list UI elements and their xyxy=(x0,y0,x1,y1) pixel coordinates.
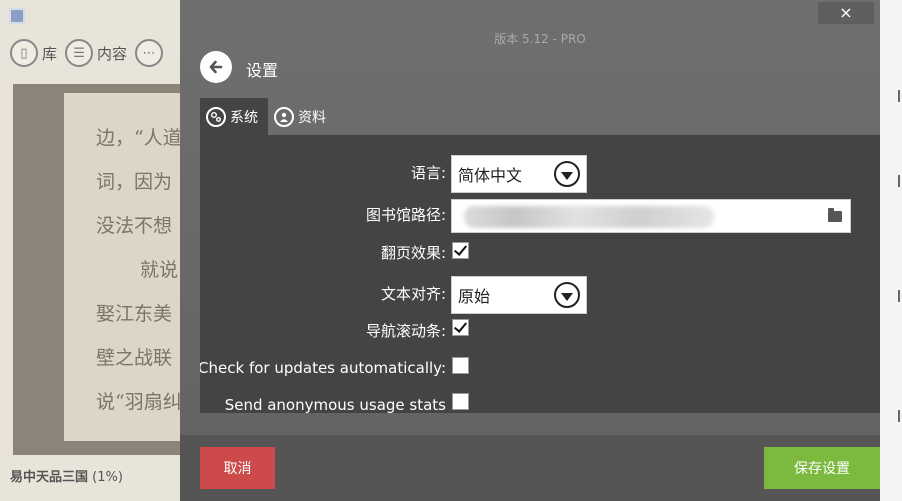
toolbar-library-label: 库 xyxy=(42,44,58,63)
cancel-button[interactable]: 取消 xyxy=(200,447,275,489)
close-icon: × xyxy=(839,3,853,22)
chevron-down-icon xyxy=(554,282,580,308)
back-arrow-icon xyxy=(209,60,223,74)
toolbar-library-button[interactable]: ▯ 库 xyxy=(10,39,57,67)
nav-scrollbar-checkbox[interactable] xyxy=(452,319,469,336)
toolbar-contents-button[interactable]: ☰ 内容 xyxy=(65,39,127,67)
language-label: 语言: xyxy=(410,164,446,182)
book-icon: ▯ xyxy=(10,39,38,67)
book-status: 易中天品三国 (1%) xyxy=(10,466,123,485)
tab-system[interactable]: 系统 xyxy=(200,98,268,135)
page-turn-label: 翻页效果: xyxy=(380,244,446,262)
save-settings-button[interactable]: 保存设置 xyxy=(764,447,880,489)
book-text-line: 壁之战联 xyxy=(96,347,173,369)
usage-stats-checkbox[interactable] xyxy=(452,393,469,410)
redacted-path xyxy=(464,206,714,228)
auto-update-checkbox[interactable] xyxy=(452,357,469,374)
app-icon xyxy=(9,8,25,24)
book-title: 易中天品三国 xyxy=(10,470,89,485)
book-progress: (1%) xyxy=(92,470,123,485)
text-align-value: 原始 xyxy=(458,287,491,306)
book-text-line: 边，“人道 xyxy=(96,127,182,149)
usage-stats-label: Send anonymous usage stats xyxy=(224,396,446,413)
dialog-button-bar: 取消 保存设置 xyxy=(180,435,880,501)
book-text-line: 说“羽扇纠 xyxy=(96,391,182,413)
settings-dialog: × 版本 5.12 - PRO 设置 系统 资料 语言: 简体中文 图书馆路径: xyxy=(180,0,880,501)
back-button[interactable] xyxy=(200,51,232,83)
book-text-line: 就说 xyxy=(140,259,179,281)
book-text-line: 没法不想 xyxy=(96,215,173,237)
list-icon: ☰ xyxy=(65,39,94,67)
text-align-select[interactable]: 原始 xyxy=(451,276,587,314)
tab-profile-label: 资料 xyxy=(298,109,326,126)
toolbar-contents-label: 内容 xyxy=(97,44,128,63)
settings-panel: 语言: 简体中文 图书馆路径: 翻页效果: 文本对齐: 原始 导航滚动条: Ch… xyxy=(200,135,880,413)
reader-toolbar: ▯ 库 ☰ 内容 ⋯ xyxy=(10,38,164,68)
window-close-button[interactable]: × xyxy=(818,2,874,24)
library-path-label: 图书馆路径: xyxy=(365,206,446,224)
language-select[interactable]: 简体中文 xyxy=(451,155,587,193)
book-text-line: 娶江东美 xyxy=(96,303,173,325)
language-value: 简体中文 xyxy=(458,166,523,185)
reader-right-edge xyxy=(880,0,902,501)
auto-update-label: Check for updates automatically: xyxy=(200,359,446,377)
version-text: 版本 5.12 - PRO xyxy=(494,32,586,46)
tab-system-label: 系统 xyxy=(230,109,258,126)
toolbar-notes-button[interactable]: ⋯ xyxy=(135,39,164,67)
book-text-line: 词，因为 xyxy=(96,171,173,193)
comment-icon: ⋯ xyxy=(135,39,164,67)
text-align-label: 文本对齐: xyxy=(380,285,446,303)
chevron-down-icon xyxy=(554,161,580,187)
folder-icon[interactable] xyxy=(828,208,842,222)
user-icon xyxy=(274,106,294,127)
library-path-input[interactable] xyxy=(451,199,851,233)
gears-icon xyxy=(206,106,226,127)
tab-profile[interactable]: 资料 xyxy=(268,98,338,135)
page-turn-checkbox[interactable] xyxy=(452,242,469,259)
nav-scrollbar-label: 导航滚动条: xyxy=(365,322,446,340)
settings-title: 设置 xyxy=(246,61,279,80)
